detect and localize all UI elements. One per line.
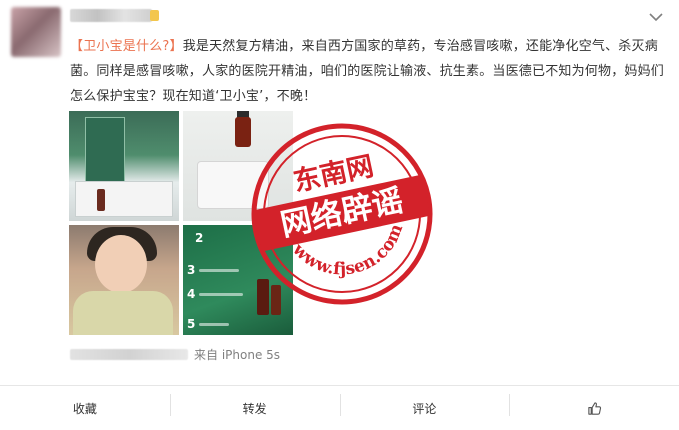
child-clothes <box>73 291 173 335</box>
topic-link[interactable]: 【卫小宝是什么?】 <box>70 39 183 54</box>
text-line <box>199 293 243 296</box>
favorite-label: 收藏 <box>72 401 97 416</box>
favorite-button[interactable]: 收藏 <box>0 386 170 430</box>
product-box <box>85 117 125 191</box>
timestamp-blurred <box>70 349 188 360</box>
step-number: 4 <box>187 287 196 301</box>
username-blurred[interactable] <box>70 9 152 22</box>
vip-badge-icon <box>150 10 159 21</box>
post-image-3[interactable] <box>69 225 179 335</box>
comment-label: 评论 <box>412 401 437 416</box>
post-text: 【卫小宝是什么?】我是天然复方精油，来自西方国家的草药，专治感冒咳嗽，还能净化空… <box>70 34 665 109</box>
bottle <box>97 189 105 211</box>
avatar[interactable] <box>11 7 61 57</box>
text-line <box>199 269 239 272</box>
repost-label: 转发 <box>242 401 267 416</box>
step-number: 3 <box>187 263 196 277</box>
product-tray <box>75 181 173 217</box>
post-image-1[interactable] <box>69 111 179 221</box>
chevron-down-icon[interactable] <box>648 9 664 25</box>
child-face <box>95 235 147 293</box>
rumor-debunk-stamp: 东南网 网络辟谣 www.fjsen.com <box>251 123 433 305</box>
like-button[interactable] <box>509 386 679 430</box>
post-source: 来自 iPhone 5s <box>194 348 281 362</box>
thumbs-up-icon <box>587 401 601 415</box>
step-number: 2 <box>195 231 204 245</box>
action-bar: 收藏 转发 评论 <box>0 386 679 430</box>
text-line <box>199 323 229 326</box>
comment-button[interactable]: 评论 <box>339 386 510 430</box>
weibo-post-card: 【卫小宝是什么?】我是天然复方精油，来自西方国家的草药，专治感冒咳嗽，还能净化空… <box>0 0 679 430</box>
step-number: 5 <box>187 317 196 331</box>
repost-button[interactable]: 转发 <box>169 386 340 430</box>
